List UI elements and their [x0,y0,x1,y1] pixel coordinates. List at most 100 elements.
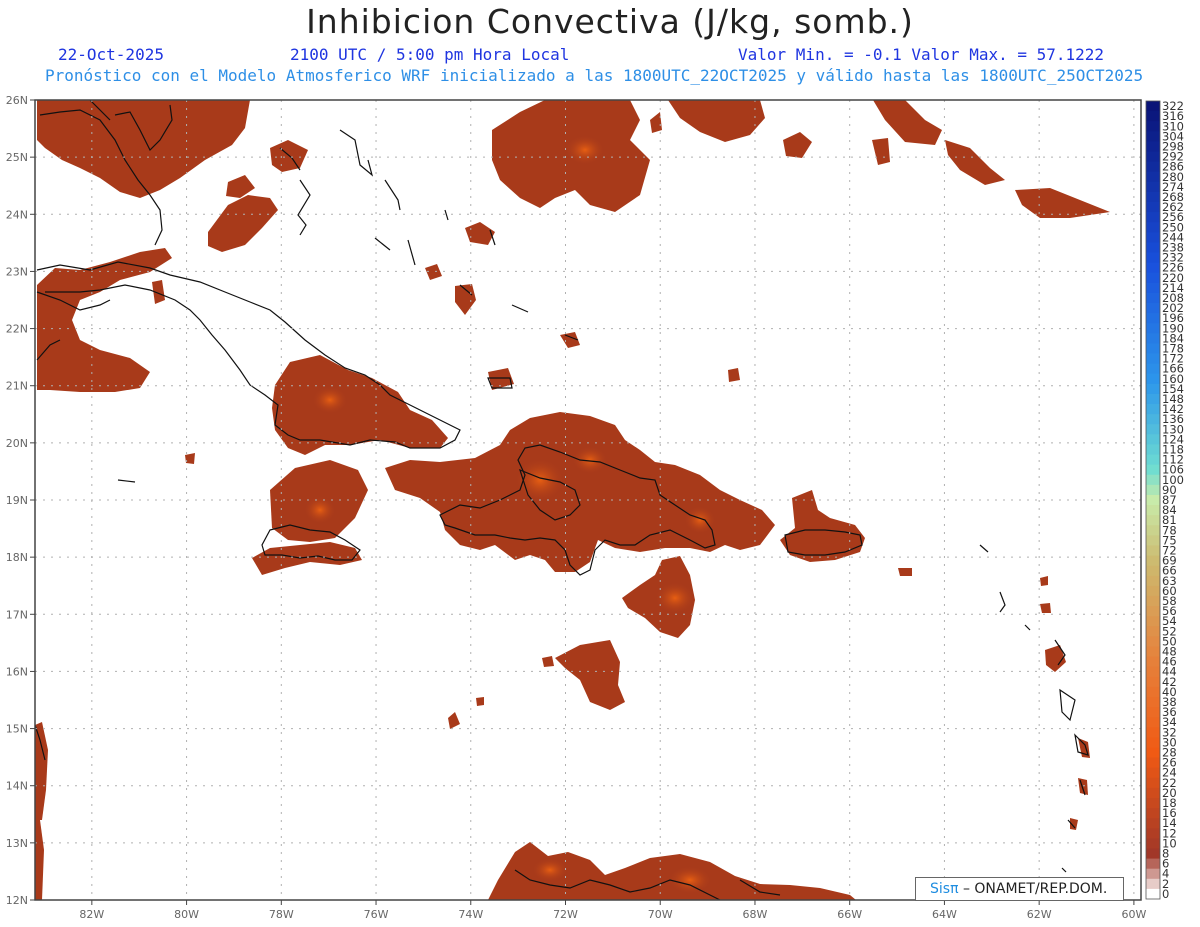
colorbar-swatch [1146,141,1160,153]
colorbar-swatch [1146,616,1160,627]
colorbar-swatch [1146,565,1160,577]
colorbar-swatch [1146,838,1160,849]
colorbar-swatch [1146,262,1160,274]
colorbar-swatch [1146,707,1160,718]
colorbar-swatch [1146,646,1160,658]
lat-label: 18N [6,551,28,564]
colorbar-swatch [1146,232,1160,243]
colorbar-swatch [1146,535,1160,546]
lon-label: 64W [932,908,957,921]
colorbar-swatch [1146,282,1160,294]
colorbar-swatch [1146,494,1160,506]
colorbar-swatch [1146,131,1160,142]
lat-label: 14N [6,780,28,793]
colorbar-swatch [1146,636,1160,647]
colorbar-swatch [1146,191,1160,203]
colorbar-swatch [1146,828,1160,839]
lon-label: 76W [364,908,389,921]
lat-label: 21N [6,380,28,393]
colorbar-swatch [1146,101,1160,112]
colorbar-swatch [1146,343,1160,355]
colorbar-swatch [1146,181,1160,193]
colorbar-swatch [1146,121,1160,132]
colorbar-swatch [1146,383,1160,395]
colorbar-swatch [1146,464,1160,476]
colorbar-swatch [1146,474,1160,486]
lon-label: 60W [1121,908,1146,921]
colorbar-swatch [1146,808,1160,819]
colorbar-label: 0 [1162,887,1169,901]
colorbar-swatch [1146,656,1160,668]
colorbar-swatch [1146,888,1160,900]
colorbar-swatch [1146,797,1160,809]
colorbar-swatch [1146,848,1160,860]
credit-text: – ONAMET/REP.DOM. [962,881,1108,897]
colorbar-swatch [1146,303,1160,314]
sispi-logo: Sisπ [930,881,959,897]
colorbar-swatch [1146,323,1160,334]
colorbar-swatch [1146,434,1160,445]
colorbar-swatch [1146,424,1160,435]
colorbar-swatch [1146,767,1160,779]
colorbar-swatch [1146,242,1160,254]
lat-label: 22N [6,323,28,336]
colorbar-swatch [1146,868,1160,880]
colorbar-swatch [1146,686,1160,698]
lon-label: 82W [79,908,104,921]
weather-map: 26N 25N 24N 23N 22N 21N 20N 19N 18N 17N 16N 15N 14N 1… [6,94,1184,921]
lon-label: 70W [648,908,673,921]
colorbar-swatch [1146,444,1160,456]
lat-label: 25N [6,151,28,164]
lon-label: 66W [837,908,862,921]
lat-label: 20N [6,437,28,450]
colorbar-swatch [1146,666,1160,678]
colorbar-swatch [1146,505,1160,516]
colorbar-swatch [1146,484,1160,496]
colorbar-swatch [1146,333,1160,344]
lon-labels: 82W 80W 78W 76W 74W 72W 70W 68W 66W 64W 62W 60W [79,900,1146,921]
colorbar-swatch [1146,585,1160,597]
colorbar-swatch [1146,353,1160,365]
colorbar-swatch [1146,222,1160,233]
colorbar-swatch [1146,595,1160,607]
lat-label: 17N [6,608,28,621]
colorbar-swatch [1146,696,1160,708]
colorbar-swatch [1146,212,1160,223]
colorbar-swatch [1146,363,1160,375]
colorbar-swatch [1146,737,1160,748]
lat-label: 23N [6,265,28,278]
lat-label: 13N [6,837,28,850]
colorbar-swatch [1146,626,1160,637]
colorbar-swatch [1146,404,1160,415]
colorbar-swatch [1146,414,1160,425]
colorbar-swatch [1146,676,1160,688]
colorbar-swatch [1146,787,1160,799]
colorbar-swatch [1146,777,1160,789]
colorbar-swatch [1146,717,1160,728]
colorbar-swatch [1146,272,1160,284]
colorbar-swatch [1146,747,1160,759]
colorbar-swatch [1146,545,1160,557]
lat-label: 19N [6,494,28,507]
colorbar-swatch [1146,313,1160,324]
colorbar-swatch [1146,252,1160,264]
colorbar-swatch [1146,454,1160,466]
colorbar-swatch [1146,373,1160,385]
colorbar-swatch [1146,757,1160,769]
lat-label: 12N [6,894,28,907]
colorbar-swatch [1146,515,1160,526]
colorbar-swatch [1146,555,1160,567]
colorbar-swatch [1146,606,1160,617]
lon-label: 80W [174,908,199,921]
lat-lon-grid [35,99,1141,901]
lat-label: 15N [6,723,28,736]
lon-label: 78W [269,908,294,921]
colorbar-swatch [1146,292,1160,304]
lat-label: 24N [6,208,28,221]
colorbar-swatch [1146,858,1160,870]
lat-label: 26N [6,94,28,107]
lat-labels: 26N 25N 24N 23N 22N 21N 20N 19N 18N 17N 16N 15N 14N 1… [6,94,35,907]
credit-box: Sisπ – ONAMET/REP.DOM. [915,877,1124,901]
colorbar-swatch [1146,525,1160,536]
lon-label: 62W [1027,908,1052,921]
